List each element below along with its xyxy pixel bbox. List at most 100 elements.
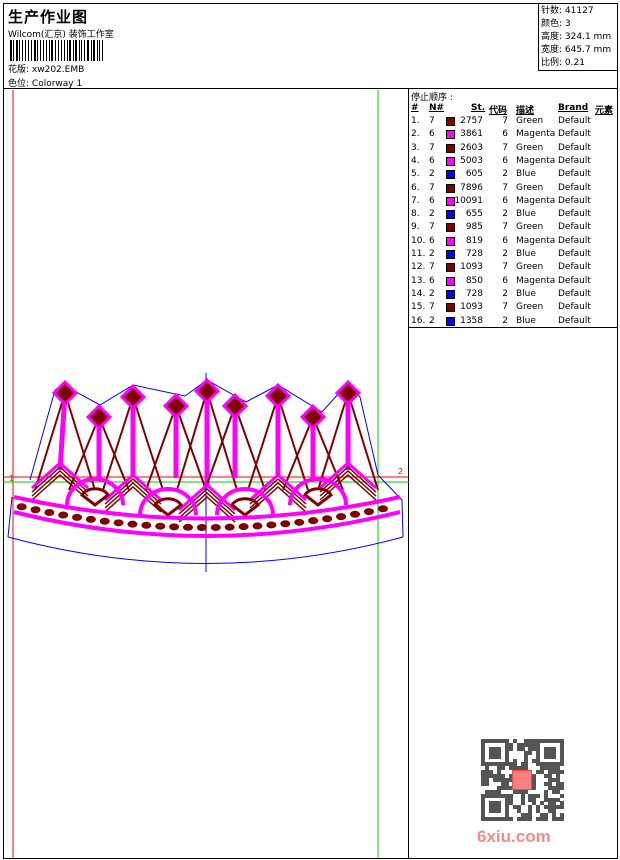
brand: Default: [558, 182, 591, 193]
stop-row[interactable]: 10. 6 819 6 Magenta Default: [409, 235, 618, 248]
band-dot: [113, 519, 124, 527]
description: Green: [516, 116, 544, 126]
stop-row[interactable]: 6. 7 7896 7 Green Default: [409, 182, 618, 195]
stop-row[interactable]: 7. 6 10091 6 Magenta Default: [409, 195, 618, 208]
description: Magenta: [516, 235, 556, 246]
brand: Default: [558, 249, 591, 259]
description: Green: [516, 222, 544, 233]
description: Magenta: [516, 195, 556, 206]
color-swatch: [446, 156, 455, 166]
col-num: #: [411, 103, 419, 113]
stop-index: 16.: [411, 315, 426, 326]
band-dot: [363, 508, 374, 516]
stop-row[interactable]: 13. 6 850 6 Magenta Default: [409, 275, 618, 288]
stop-index: 8.: [411, 209, 420, 220]
stop-sequence-title: 停止顺序 :: [411, 93, 453, 103]
needle: 7: [429, 142, 435, 153]
stitches: 819: [465, 235, 483, 246]
diamond-motif: [334, 379, 362, 407]
band-dot: [210, 523, 221, 531]
brand: Default: [558, 315, 591, 326]
brand: Default: [558, 288, 591, 299]
code: 7: [502, 222, 508, 233]
brand: Default: [558, 195, 591, 206]
stop-row[interactable]: 5. 2 605 2 Blue Default: [409, 168, 618, 181]
color-swatch: [446, 289, 455, 299]
stop-row[interactable]: 11. 2 728 2 Blue Default: [409, 248, 618, 261]
needle: 7: [429, 302, 435, 313]
stop-index: 7.: [411, 195, 420, 206]
stitches: 605: [465, 169, 483, 180]
stitches: 10091: [454, 195, 483, 206]
band-dot: [322, 515, 333, 523]
col-needle: N#: [429, 103, 445, 113]
band-dot: [72, 513, 83, 521]
code: 7: [502, 262, 508, 273]
stop-row[interactable]: 3. 7 2603 7 Green Default: [409, 142, 618, 155]
brand: Default: [558, 275, 591, 286]
stop-row[interactable]: 16. 2 1358 2 Blue Default: [409, 315, 618, 328]
stop-index: 3.: [411, 142, 420, 153]
code: 7: [502, 116, 508, 126]
band-dot: [127, 520, 138, 528]
band-dot: [294, 518, 305, 526]
band-dot: [224, 523, 235, 531]
band-dot: [308, 517, 319, 525]
band-dot: [377, 505, 388, 513]
stitches: 5003: [460, 155, 483, 166]
diamond-motif: [264, 382, 292, 410]
code: 6: [502, 275, 508, 286]
fan-motif: [230, 497, 260, 517]
description: Green: [516, 302, 544, 313]
fan-line: [102, 396, 134, 491]
stitches: 728: [465, 288, 483, 299]
stop-index: 14.: [411, 288, 426, 299]
stop-sequence-panel: 停止顺序 : # N# St. 代码 描述 Brand 元素 1. 7 2757…: [409, 89, 618, 328]
stop-row[interactable]: 15. 7 1093 7 Green Default: [409, 301, 618, 314]
color-swatch: [446, 236, 455, 246]
band-dot: [280, 520, 291, 528]
needle: 7: [429, 262, 435, 273]
fan-motif: [153, 497, 183, 517]
needle: 2: [429, 315, 435, 326]
fan-line: [247, 395, 279, 491]
stop-index: 15.: [411, 302, 426, 313]
code: 7: [502, 182, 508, 193]
stitches: 7896: [460, 182, 483, 193]
stop-row[interactable]: 14. 2 728 2 Blue Default: [409, 288, 618, 301]
stop-index: 13.: [411, 275, 426, 286]
stop-row[interactable]: 2. 6 3861 6 Magenta Default: [409, 128, 618, 141]
stitches: 850: [465, 275, 483, 286]
fan-motif: [80, 487, 110, 507]
stop-row[interactable]: 9. 7 985 7 Green Default: [409, 221, 618, 234]
stop-row[interactable]: 12. 7 1093 7 Green Default: [409, 261, 618, 274]
color-swatch: [446, 223, 455, 233]
stitches: 2757: [460, 116, 483, 126]
brand: Default: [558, 116, 591, 126]
code: 2: [502, 315, 508, 326]
band-dot: [141, 521, 152, 529]
code: 2: [502, 249, 508, 259]
diamond-motif: [51, 379, 79, 407]
brand: Default: [558, 222, 591, 233]
stop-row[interactable]: 4. 6 5003 6 Magenta Default: [409, 155, 618, 168]
band-dot: [44, 509, 55, 517]
stop-row[interactable]: 8. 2 655 2 Blue Default: [409, 208, 618, 221]
code: 2: [502, 209, 508, 220]
diamond-motif: [299, 403, 327, 431]
stop-index: 1.: [411, 116, 420, 126]
seal-stamp: [512, 770, 532, 790]
needle: 2: [429, 288, 435, 299]
color-swatch: [446, 143, 455, 153]
stitches: 1358: [460, 315, 483, 326]
band-dot: [182, 523, 193, 531]
brand: Default: [558, 129, 591, 140]
col-stitches: St.: [471, 103, 486, 113]
brand: Default: [558, 302, 591, 313]
needle: 6: [429, 155, 435, 166]
code: 2: [502, 288, 508, 299]
band-dot: [196, 523, 207, 531]
color-swatch: [446, 170, 455, 180]
stop-row[interactable]: 1. 7 2757 7 Green Default: [409, 115, 618, 128]
stop-index: 10.: [411, 235, 426, 246]
